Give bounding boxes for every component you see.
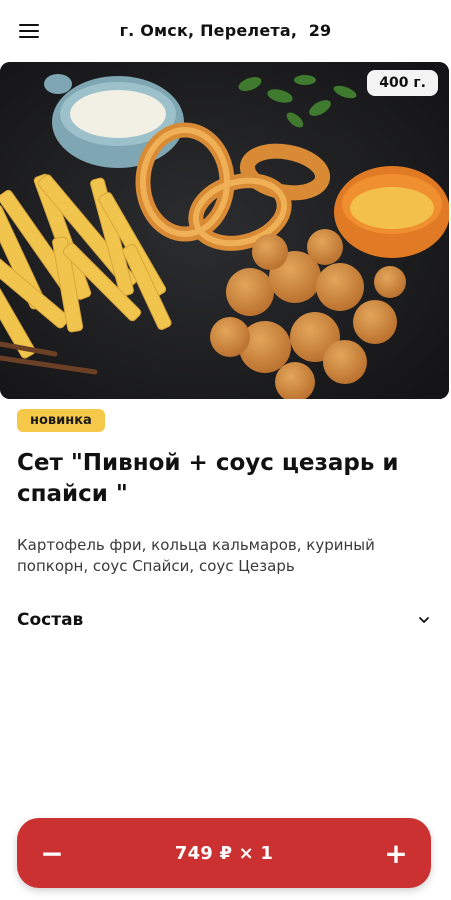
delivery-address[interactable]: г. Омск, Перелета, 29	[0, 21, 451, 40]
new-badge: новинка	[17, 409, 105, 432]
composition-label: Состав	[17, 610, 84, 630]
price-quantity-button[interactable]: 749 ₽ × 1	[175, 843, 273, 864]
product-title: Сет "Пивной + соус цезарь и спайси "	[17, 450, 399, 507]
product-photo: 400 г.	[0, 62, 449, 399]
composition-toggle[interactable]: Состав	[17, 606, 431, 634]
cart-bar: − 749 ₽ × 1 +	[17, 818, 431, 888]
decrease-quantity-button[interactable]: −	[17, 818, 87, 888]
increase-quantity-button[interactable]: +	[361, 818, 431, 888]
app-header: г. Омск, Перелета, 29	[0, 0, 451, 62]
product-description: Картофель фри, кольца кальмаров, куриный…	[17, 536, 375, 575]
chevron-down-icon	[419, 617, 429, 623]
weight-badge: 400 г.	[367, 70, 438, 96]
